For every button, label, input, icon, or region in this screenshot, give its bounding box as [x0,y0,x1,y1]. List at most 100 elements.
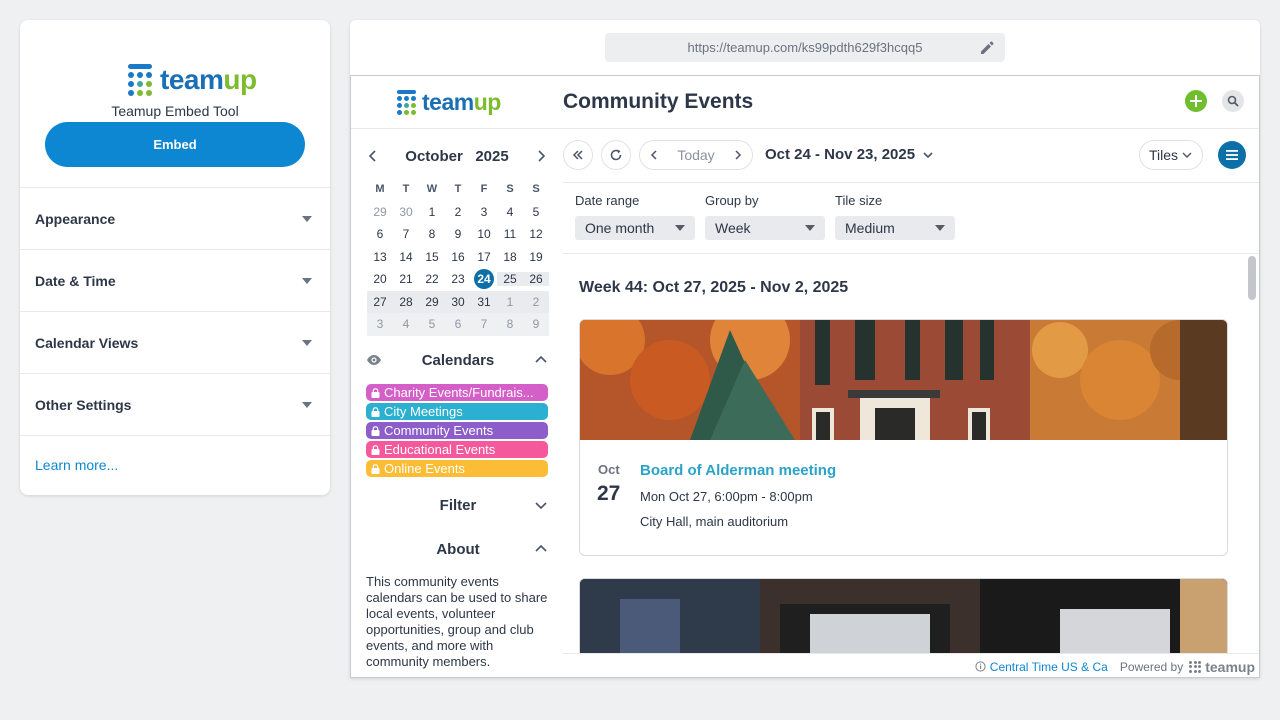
day-cell[interactable]: 29 [419,295,445,309]
day-cell[interactable]: 27 [367,295,393,309]
chevron-up-icon[interactable] [534,353,548,367]
day-cell[interactable]: 6 [445,317,471,331]
learn-more-link[interactable]: Learn more... [35,457,118,473]
group-by-select[interactable]: Week [705,216,825,240]
day-cell[interactable]: 31 [471,295,497,309]
embed-settings-panel: teamup Teamup Embed Tool Embed Appearanc… [20,20,330,495]
day-cell[interactable]: 2 [445,205,471,219]
day-cell[interactable]: 28 [393,295,419,309]
chevron-down-icon[interactable] [534,498,548,512]
date-range-selector[interactable]: Oct 24 - Nov 23, 2025 [765,146,934,163]
day-cell[interactable]: 5 [523,205,549,219]
calendar-item[interactable]: Online Events [366,460,548,477]
calendar-url-field[interactable]: https://teamup.com/ks99pdth629f3hcqq5 [605,33,1005,62]
day-cell[interactable]: 18 [497,250,523,264]
calendar-item[interactable]: Community Events [366,422,548,439]
jump-back-button[interactable] [563,140,593,170]
section-other-settings[interactable]: Other Settings [20,373,330,435]
day-cell[interactable]: 10 [471,227,497,241]
day-cell[interactable]: 17 [471,250,497,264]
mini-calendar-year[interactable]: 2025 [475,148,508,165]
day-cell[interactable]: 23 [445,272,471,286]
caret-down-icon [302,339,312,346]
calendar-item-label: Community Events [384,423,494,438]
chevron-left-icon[interactable] [366,149,380,163]
refresh-icon [610,149,622,161]
day-cell[interactable]: 13 [367,250,393,264]
day-cell[interactable]: 12 [523,227,549,241]
group-by-option-label: Group by [705,193,759,208]
day-cell[interactable]: 30 [393,205,419,219]
chevron-left-icon[interactable] [648,149,660,161]
chevron-right-icon[interactable] [534,149,548,163]
menu-button[interactable] [1218,141,1246,169]
day-cell[interactable]: 6 [367,227,393,241]
weekday-label: T [454,183,462,196]
day-cell[interactable]: 9 [445,227,471,241]
day-cell[interactable]: 30 [445,295,471,309]
add-event-button[interactable] [1185,90,1207,112]
day-cell[interactable]: 11 [497,227,523,241]
mini-calendar-month[interactable]: October [405,148,463,165]
refresh-button[interactable] [601,140,631,170]
event-card[interactable] [579,578,1228,653]
day-cell[interactable]: 7 [471,317,497,331]
today-button[interactable]: Today [677,147,714,163]
day-cell[interactable]: 19 [523,250,549,264]
section-appearance[interactable]: Appearance [20,187,330,249]
day-cell[interactable]: 8 [497,317,523,331]
calendars-section-header[interactable]: Calendars [366,348,548,372]
day-cell[interactable]: 9 [523,317,549,331]
date-range-select[interactable]: One month [575,216,695,240]
day-cell[interactable]: 20 [367,272,393,286]
day-cell[interactable]: 8 [419,227,445,241]
day-cell[interactable]: 3 [471,205,497,219]
search-button[interactable] [1222,90,1244,112]
logo-text-up: up [473,89,502,115]
embed-button[interactable]: Embed [45,122,305,167]
view-selector[interactable]: Tiles [1139,140,1203,170]
calendar-sidebar: October 2025 M T W T F S S 29 30 1 2 3 4… [351,130,563,677]
day-cell[interactable]: 22 [419,272,445,286]
day-cell[interactable]: 25 [497,272,523,287]
day-cell[interactable]: 5 [419,317,445,331]
event-day: 27 [597,482,621,505]
teamup-footer-logo[interactable]: teamup [1189,659,1255,675]
weekday-label: W [426,183,438,196]
day-cell[interactable]: 4 [497,205,523,219]
day-cell[interactable]: 4 [393,317,419,331]
day-cell[interactable]: 7 [393,227,419,241]
chevron-up-icon[interactable] [534,542,548,556]
calendars-heading: Calendars [421,351,495,369]
day-cell[interactable]: 1 [419,205,445,219]
calendar-item[interactable]: Charity Events/Fundrais... [366,384,548,401]
about-section-header[interactable]: About [366,537,548,561]
chevron-right-icon[interactable] [732,149,744,161]
event-card[interactable]: Oct 27 Board of Alderman meeting Mon Oct… [579,319,1228,556]
timezone-link[interactable]: Central Time US & Ca [975,660,1108,674]
section-label: Appearance [35,210,116,227]
event-title[interactable]: Board of Alderman meeting [640,462,836,479]
today-day-cell[interactable]: 24 [474,269,494,290]
footer-brand: teamup [1205,658,1255,675]
filter-section-header[interactable]: Filter [366,493,548,517]
section-date-time[interactable]: Date & Time [20,249,330,311]
calendar-item[interactable]: Educational Events [366,441,548,458]
day-cell[interactable]: 15 [419,250,445,264]
events-scrollbar[interactable] [1248,256,1256,300]
day-cell[interactable]: 29 [367,205,393,219]
day-cell[interactable]: 2 [523,295,549,309]
day-cell[interactable]: 26 [523,272,549,287]
day-cell[interactable]: 16 [445,250,471,264]
calendar-toolbar: Today Oct 24 - Nov 23, 2025 Tiles [563,130,1259,183]
day-cell[interactable]: 3 [367,317,393,331]
day-cell[interactable]: 21 [393,272,419,286]
day-cell[interactable]: 1 [497,295,523,309]
tile-size-select[interactable]: Medium [835,216,955,240]
caret-down-icon [302,401,312,408]
eye-icon[interactable] [366,352,382,368]
day-cell[interactable]: 14 [393,250,419,264]
section-calendar-views[interactable]: Calendar Views [20,311,330,373]
calendar-item[interactable]: City Meetings [366,403,548,420]
pencil-icon[interactable] [979,40,995,56]
